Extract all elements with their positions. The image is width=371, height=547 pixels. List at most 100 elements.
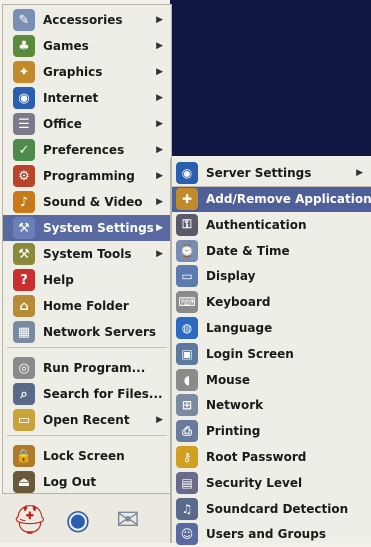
system-tools-icon: ⚒ [13,243,35,265]
display-icon: ▭ [176,265,198,288]
submenu-item-label: Login Screen [206,346,294,361]
date-time-icon: ⌚ [176,239,198,262]
submenu-item-add-remove-applications[interactable]: ✚ Add/Remove Applications [172,186,371,212]
menu-item-network-servers[interactable]: ▦ Network Servers [3,319,171,345]
menu-item-label: Internet [43,91,99,105]
menu-item-lock-screen[interactable]: 🔒 Lock Screen [3,443,171,469]
submenu-item-label: Security Level [206,475,303,490]
menu-item-help[interactable]: ? Help [3,267,171,293]
menu-item-label: System Settings [43,221,154,235]
submenu-item-network[interactable]: ⊞ Network [172,392,371,418]
keyboard-icon: ⌨ [176,291,198,314]
menu-item-label: Graphics [43,65,103,79]
submenu-item-printing[interactable]: ⎙ Printing [172,418,371,444]
submenu-item-label: Add/Remove Applications [206,192,371,206]
desktop-background [170,0,371,156]
menu-item-label: Accessories [43,13,123,27]
menu-item-label: Help [43,273,74,287]
menu-item-programming[interactable]: ⚙ Programming ▶ [3,163,171,189]
submenu-arrow-icon: ▶ [156,93,163,103]
login-screen-icon: ▣ [176,342,198,365]
submenu-item-root-password[interactable]: ⚷ Root Password [172,444,371,470]
menu-item-label: System Tools [43,247,132,261]
submenu-item-users-and-groups[interactable]: ☺ Users and Groups [172,521,371,547]
menu-item-home-folder[interactable]: ⌂ Home Folder [3,293,171,319]
menu-item-label: Sound & Video [43,195,143,209]
submenu-arrow-icon: ▶ [156,223,163,233]
menu-item-label: Search for Files... [43,387,163,401]
submenu-arrow-icon: ▶ [356,168,363,178]
menu-item-preferences[interactable]: ✓ Preferences ▶ [3,137,171,163]
add-remove-icon: ✚ [176,188,198,210]
menu-item-label: Lock Screen [43,449,125,463]
submenu-item-soundcard-detection[interactable]: ♫ Soundcard Detection [172,496,371,522]
search-files-icon: ⌕ [13,383,35,405]
submenu-item-label: Root Password [206,450,307,464]
root-password-icon: ⚷ [176,446,198,468]
network-icon: ⊞ [176,394,198,417]
submenu-arrow-icon: ▶ [156,67,163,77]
redhat-menu-icon[interactable]: ⛑ [6,498,54,540]
printing-icon: ⎙ [176,420,198,443]
submenu-item-label: Date & Time [206,243,290,258]
menu-item-label: Home Folder [43,299,129,313]
submenu-item-label: Authentication [206,217,307,232]
menu-item-graphics[interactable]: ✦ Graphics ▶ [3,59,171,85]
menu-item-internet[interactable]: ◉ Internet ▶ [3,85,171,111]
menu-item-accessories[interactable]: ✎ Accessories ▶ [3,7,171,33]
submenu-item-label: Users and Groups [206,527,326,542]
applications-menu: ✎ Accessories ▶ ♣ Games ▶ ✦ Graphics ▶ ◉ Internet ▶… [2,4,172,494]
users-groups-icon: ☺ [176,523,198,546]
mouse-icon: ◖ [176,368,198,391]
menu-item-log-out[interactable]: ⏏ Log Out [3,469,171,495]
submenu-item-security-level[interactable]: ▤ Security Level [172,470,371,496]
server-settings-icon: ◉ [176,162,198,184]
submenu-arrow-icon: ▶ [156,415,163,425]
submenu-item-server-settings[interactable]: ◉ Server Settings ▶ [172,160,371,186]
menu-item-open-recent[interactable]: ▭ Open Recent ▶ [3,407,171,433]
menu-item-label: Network Servers [43,325,157,339]
menu-item-label: Run Program... [43,361,146,375]
submenu-item-label: Printing [206,424,261,439]
menu-item-label: Preferences [43,143,125,157]
menu-item-system-settings[interactable]: ⚒ System Settings ▶ [3,215,171,241]
system-settings-submenu: ◉ Server Settings ▶ ✚ Add/Remove Application… [170,158,371,546]
submenu-arrow-icon: ▶ [156,15,163,25]
log-out-icon: ⏏ [13,471,35,493]
submenu-item-display[interactable]: ▭ Display [172,263,371,289]
games-icon: ♣ [13,35,35,57]
menu-item-run-program[interactable]: ◎ Run Program... [3,355,171,381]
submenu-item-date-time[interactable]: ⌚ Date & Time [172,238,371,264]
submenu-item-label: Network [206,398,264,413]
submenu-item-language[interactable]: ◍ Language [172,315,371,341]
internet-icon: ◉ [13,87,35,109]
preferences-icon: ✓ [13,139,35,161]
office-icon: ☰ [13,113,35,135]
graphics-icon: ✦ [13,61,35,83]
submenu-item-label: Server Settings [206,166,312,180]
submenu-arrow-icon: ▶ [156,119,163,129]
lock-screen-icon: 🔒 [13,445,35,467]
submenu-item-authentication[interactable]: ⚿ Authentication [172,212,371,238]
menu-item-label: Open Recent [43,413,130,427]
menu-item-games[interactable]: ♣ Games ▶ [3,33,171,59]
submenu-item-keyboard[interactable]: ⌨ Keyboard [172,289,371,315]
menu-separator [172,186,371,187]
security-level-icon: ▤ [176,471,198,494]
menu-item-office[interactable]: ☰ Office ▶ [3,111,171,137]
authentication-icon: ⚿ [176,213,198,236]
email-icon[interactable]: ✉ [104,498,152,540]
submenu-arrow-icon: ▶ [156,145,163,155]
web-browser-icon[interactable]: ◉ [54,498,102,540]
menu-item-label: Programming [43,169,135,183]
submenu-item-mouse[interactable]: ◖ Mouse [172,367,371,393]
submenu-item-login-screen[interactable]: ▣ Login Screen [172,341,371,367]
submenu-item-label: Soundcard Detection [206,501,349,516]
menu-item-system-tools[interactable]: ⚒ System Tools ▶ [3,241,171,267]
system-settings-icon: ⚒ [13,217,35,239]
submenu-arrow-icon: ▶ [156,41,163,51]
submenu-arrow-icon: ▶ [156,197,163,207]
network-servers-icon: ▦ [13,321,35,343]
menu-item-sound-video[interactable]: ♪ Sound & Video ▶ [3,189,171,215]
menu-item-search-for-files[interactable]: ⌕ Search for Files... [3,381,171,407]
